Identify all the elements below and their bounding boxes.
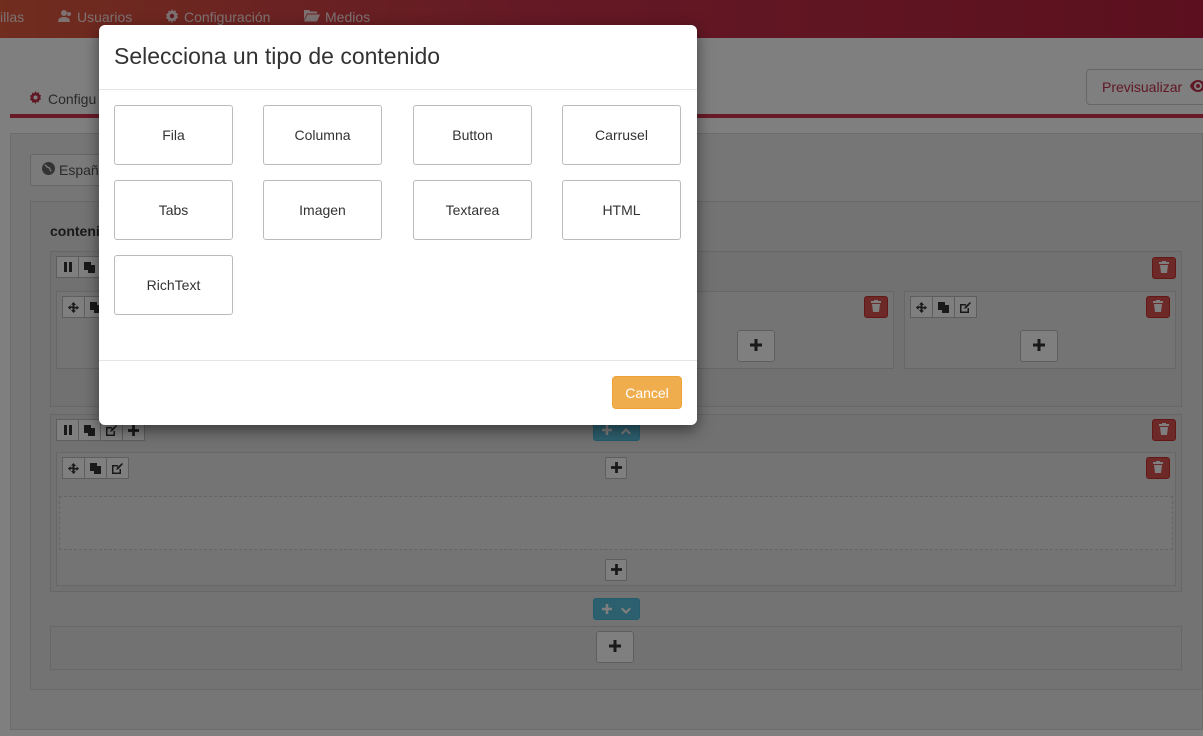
modal-footer-divider	[99, 360, 697, 361]
content-type-richtext[interactable]: RichText	[114, 255, 233, 315]
content-type-textarea[interactable]: Textarea	[413, 180, 532, 240]
content-type-columna[interactable]: Columna	[263, 105, 382, 165]
modal-header-divider	[99, 89, 697, 90]
content-type-html[interactable]: HTML	[562, 180, 681, 240]
content-type-imagen[interactable]: Imagen	[263, 180, 382, 240]
content-type-button[interactable]: Button	[413, 105, 532, 165]
content-type-fila[interactable]: Fila	[114, 105, 233, 165]
cancel-button[interactable]: Cancel	[612, 376, 682, 409]
content-type-modal: Selecciona un tipo de contenido Fila Col…	[99, 25, 697, 425]
modal-title: Selecciona un tipo de contenido	[114, 43, 441, 69]
content-type-carrusel[interactable]: Carrusel	[562, 105, 681, 165]
content-type-tabs[interactable]: Tabs	[114, 180, 233, 240]
